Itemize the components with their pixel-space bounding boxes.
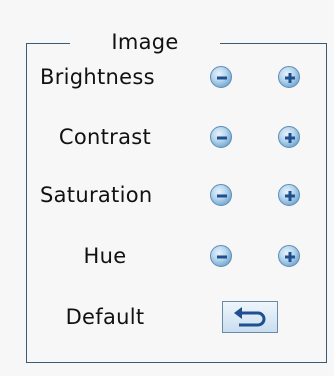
saturation-increase-button[interactable]: [278, 184, 300, 206]
minus-circle-icon: [217, 194, 227, 198]
panel-title: Image: [70, 26, 220, 58]
hue-label: Hue: [83, 244, 127, 268]
reset-default-button[interactable]: [222, 301, 278, 333]
brightness-row: Brightness: [30, 57, 330, 97]
saturation-row: Saturation: [30, 175, 330, 215]
hue-increase-button[interactable]: [278, 245, 300, 267]
saturation-label: Saturation: [40, 183, 153, 207]
plus-circle-icon: [285, 73, 295, 83]
default-row: Default: [30, 297, 330, 337]
minus-circle-icon: [217, 76, 227, 80]
saturation-decrease-button[interactable]: [210, 184, 232, 206]
hue-row: Hue: [30, 236, 330, 276]
default-label: Default: [65, 305, 145, 329]
brightness-decrease-button[interactable]: [210, 66, 232, 88]
return-arrow-icon: [234, 307, 266, 327]
hue-decrease-button[interactable]: [210, 245, 232, 267]
minus-circle-icon: [217, 136, 227, 140]
contrast-decrease-button[interactable]: [210, 126, 232, 148]
brightness-label: Brightness: [40, 65, 155, 89]
plus-circle-icon: [285, 133, 295, 143]
plus-circle-icon: [285, 252, 295, 262]
contrast-label: Contrast: [58, 125, 152, 149]
brightness-increase-button[interactable]: [278, 66, 300, 88]
plus-circle-icon: [285, 191, 295, 201]
contrast-row: Contrast: [30, 117, 330, 157]
contrast-increase-button[interactable]: [278, 126, 300, 148]
minus-circle-icon: [217, 255, 227, 259]
